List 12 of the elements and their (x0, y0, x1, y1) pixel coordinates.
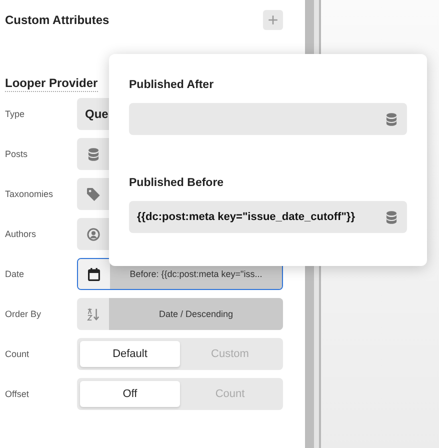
field-label: Order By (5, 309, 42, 319)
field-label: Published After (129, 79, 215, 91)
section-title: Custom Attributes (5, 13, 110, 27)
field-label: Count (5, 349, 30, 359)
field-label: Published Before (129, 177, 225, 189)
field-label: Type (5, 109, 26, 119)
section-title: Looper Provider (5, 76, 98, 92)
field-label: Authors (5, 229, 38, 239)
field-label: Taxonomies (5, 189, 54, 199)
field-label: Date (5, 269, 26, 279)
field-label: Offset (5, 389, 30, 399)
field-label: Posts (5, 149, 29, 159)
